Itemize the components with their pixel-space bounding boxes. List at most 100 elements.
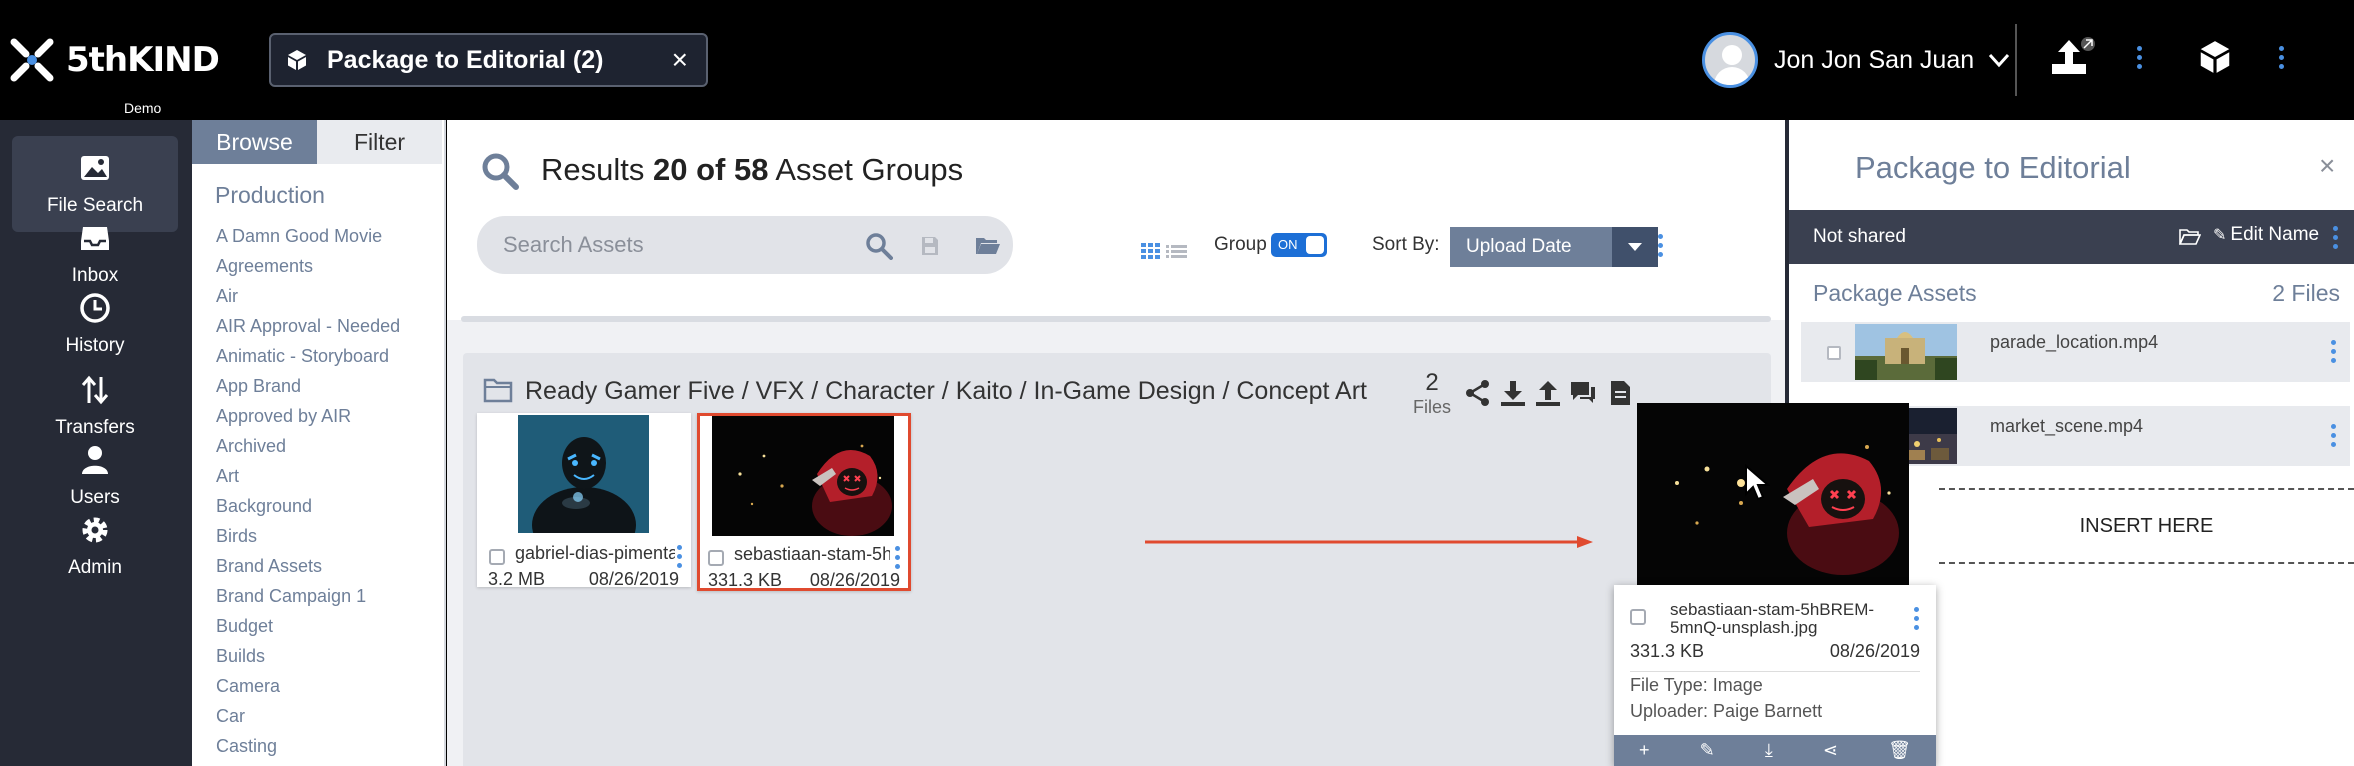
user-icon <box>82 446 108 474</box>
package-toolbar: Not shared ✎ Edit Name <box>1789 210 2354 264</box>
section-title[interactable]: Production <box>215 182 444 209</box>
close-icon[interactable]: × <box>2319 150 2335 182</box>
group-label: Group <box>1214 234 1267 255</box>
open-folder-icon[interactable] <box>2179 228 2201 246</box>
clock-icon <box>80 293 110 323</box>
document-icon[interactable] <box>1605 379 1635 407</box>
grid-list-toggle-icon[interactable] <box>1141 240 1187 262</box>
saved-searches-folder-icon[interactable] <box>975 235 1001 255</box>
save-search-icon[interactable] <box>921 236 939 256</box>
logo-subtitle: Demo <box>124 100 162 116</box>
results-header: Results 20 of 58 Asset Groups Group ON S… <box>447 120 1785 322</box>
category-item[interactable]: Air <box>216 281 444 311</box>
folder-icon <box>483 378 513 403</box>
group-path[interactable]: Ready Gamer Five / VFX / Character / Kai… <box>525 377 1367 406</box>
inbox-icon <box>81 227 109 250</box>
category-item[interactable]: Casting <box>216 731 444 761</box>
active-package-chip[interactable]: Package to Editorial (2) × <box>269 33 708 87</box>
avatar <box>1702 32 1758 88</box>
results-options-kebab-icon[interactable] <box>1658 234 1663 257</box>
nav-admin[interactable]: Admin <box>12 498 178 594</box>
logo-text: 5thKIND <box>66 40 220 80</box>
category-item[interactable]: Builds <box>216 641 444 671</box>
search-submit-icon[interactable] <box>865 232 893 260</box>
edit-name-button[interactable]: ✎ Edit Name <box>2213 224 2319 246</box>
asset-card-selected[interactable]: sebastiaan-stam-5hBREM-5m 331.3 KB 08/26… <box>697 413 911 591</box>
share-status: Not shared <box>1813 226 1906 247</box>
group-toggle[interactable]: ON <box>1271 233 1327 257</box>
toggle-knob <box>1306 236 1324 254</box>
package-menu-kebab-icon[interactable] <box>2279 46 2284 69</box>
sort-dropdown-caret-icon[interactable] <box>1612 227 1658 267</box>
add-icon[interactable]: + <box>1639 740 1650 761</box>
drag-arrow-annotation <box>1145 536 1593 548</box>
category-item[interactable]: Archived <box>216 431 444 461</box>
category-item[interactable]: Animatic - Storyboard <box>216 341 444 371</box>
divider <box>2015 24 2017 96</box>
asset-checkbox[interactable] <box>489 549 505 565</box>
asset-size: 331.3 KB <box>1630 641 1705 661</box>
logo-mark-icon <box>10 38 54 82</box>
package-chip-label: Package to Editorial (2) <box>327 45 604 74</box>
category-item[interactable]: Car <box>216 701 444 731</box>
file-name: parade_location.mp4 <box>1990 332 2159 352</box>
insert-drop-zone[interactable]: INSERT HERE <box>1939 488 2354 564</box>
image-icon <box>81 156 109 180</box>
category-item[interactable]: AIR Approval - Needed <box>216 311 444 341</box>
category-item[interactable]: Camera <box>216 671 444 701</box>
file-menu-kebab-icon[interactable] <box>2331 340 2336 363</box>
asset-menu-kebab-icon[interactable] <box>895 546 900 569</box>
asset-card[interactable]: gabriel-dias-pimenta-4GA8bg 3.2 MB 08/26… <box>477 413 691 589</box>
comments-icon[interactable] <box>1568 379 1598 407</box>
category-item[interactable]: Birds <box>216 521 444 551</box>
tab-browse[interactable]: Browse <box>192 120 317 164</box>
file-menu-kebab-icon[interactable] <box>2331 424 2336 447</box>
category-item[interactable]: App Brand <box>216 371 444 401</box>
upload-queue-icon[interactable] <box>2050 36 2096 78</box>
share-icon[interactable]: ⋖ <box>1823 740 1838 761</box>
asset-menu-kebab-icon[interactable] <box>677 545 682 568</box>
trash-icon[interactable]: 🗑 <box>1888 740 1911 761</box>
upload-menu-kebab-icon[interactable] <box>2137 46 2142 69</box>
package-box-icon <box>288 50 306 70</box>
category-item[interactable]: Background <box>216 491 444 521</box>
category-item[interactable]: Budget <box>216 611 444 641</box>
mouse-cursor-icon <box>1745 464 1770 501</box>
share-icon[interactable] <box>1463 379 1493 407</box>
package-icon[interactable] <box>2196 38 2234 76</box>
category-item[interactable]: Brand Assets <box>216 551 444 581</box>
browse-tabs: Browse Filter <box>192 120 444 164</box>
close-icon[interactable]: × <box>672 45 688 75</box>
package-options-kebab-icon[interactable] <box>2333 226 2338 249</box>
category-item[interactable]: A Damn Good Movie <box>216 221 444 251</box>
asset-name[interactable]: sebastiaan-stam-5hBREM-5m <box>734 544 890 565</box>
upload-icon[interactable] <box>1533 379 1563 407</box>
tab-filter[interactable]: Filter <box>317 120 442 164</box>
asset-checkbox[interactable] <box>708 550 724 566</box>
asset-thumbnail[interactable] <box>712 416 894 536</box>
nav-label: Admin <box>68 557 122 578</box>
results-title: Results 20 of 58 Asset Groups <box>541 152 963 188</box>
dragged-asset-card[interactable]: sebastiaan-stam-5hBREM-5mnQ-unsplash.jpg… <box>1614 585 1936 766</box>
download-icon[interactable]: ⤓ <box>1765 740 1773 761</box>
search-input[interactable] <box>503 232 863 258</box>
category-item[interactable]: Agreements <box>216 251 444 281</box>
edit-icon[interactable]: ✎ <box>1700 740 1715 761</box>
category-item[interactable]: Approved by AIR <box>216 401 444 431</box>
category-list: A Damn Good Movie Agreements Air AIR App… <box>216 221 444 761</box>
user-menu[interactable]: Jon Jon San Juan <box>1702 32 2010 88</box>
asset-name[interactable]: gabriel-dias-pimenta-4GA8bg <box>515 543 675 564</box>
category-item[interactable]: Brand Campaign 1 <box>216 581 444 611</box>
sort-select[interactable]: Upload Date <box>1450 227 1612 267</box>
category-item[interactable]: Art <box>216 461 444 491</box>
thumbnail-image <box>518 415 649 533</box>
download-icon[interactable] <box>1498 379 1528 407</box>
logo[interactable]: 5thKIND Demo <box>6 34 220 116</box>
asset-checkbox[interactable] <box>1630 609 1646 625</box>
row-checkbox[interactable] <box>1827 346 1841 360</box>
dragged-thumbnail[interactable] <box>1637 403 1909 585</box>
group-file-count: 2 Files <box>1413 369 1451 418</box>
asset-thumbnail[interactable] <box>518 415 649 533</box>
asset-menu-kebab-icon[interactable] <box>1914 607 1919 630</box>
package-file-row[interactable]: parade_location.mp4 <box>1801 322 2350 382</box>
